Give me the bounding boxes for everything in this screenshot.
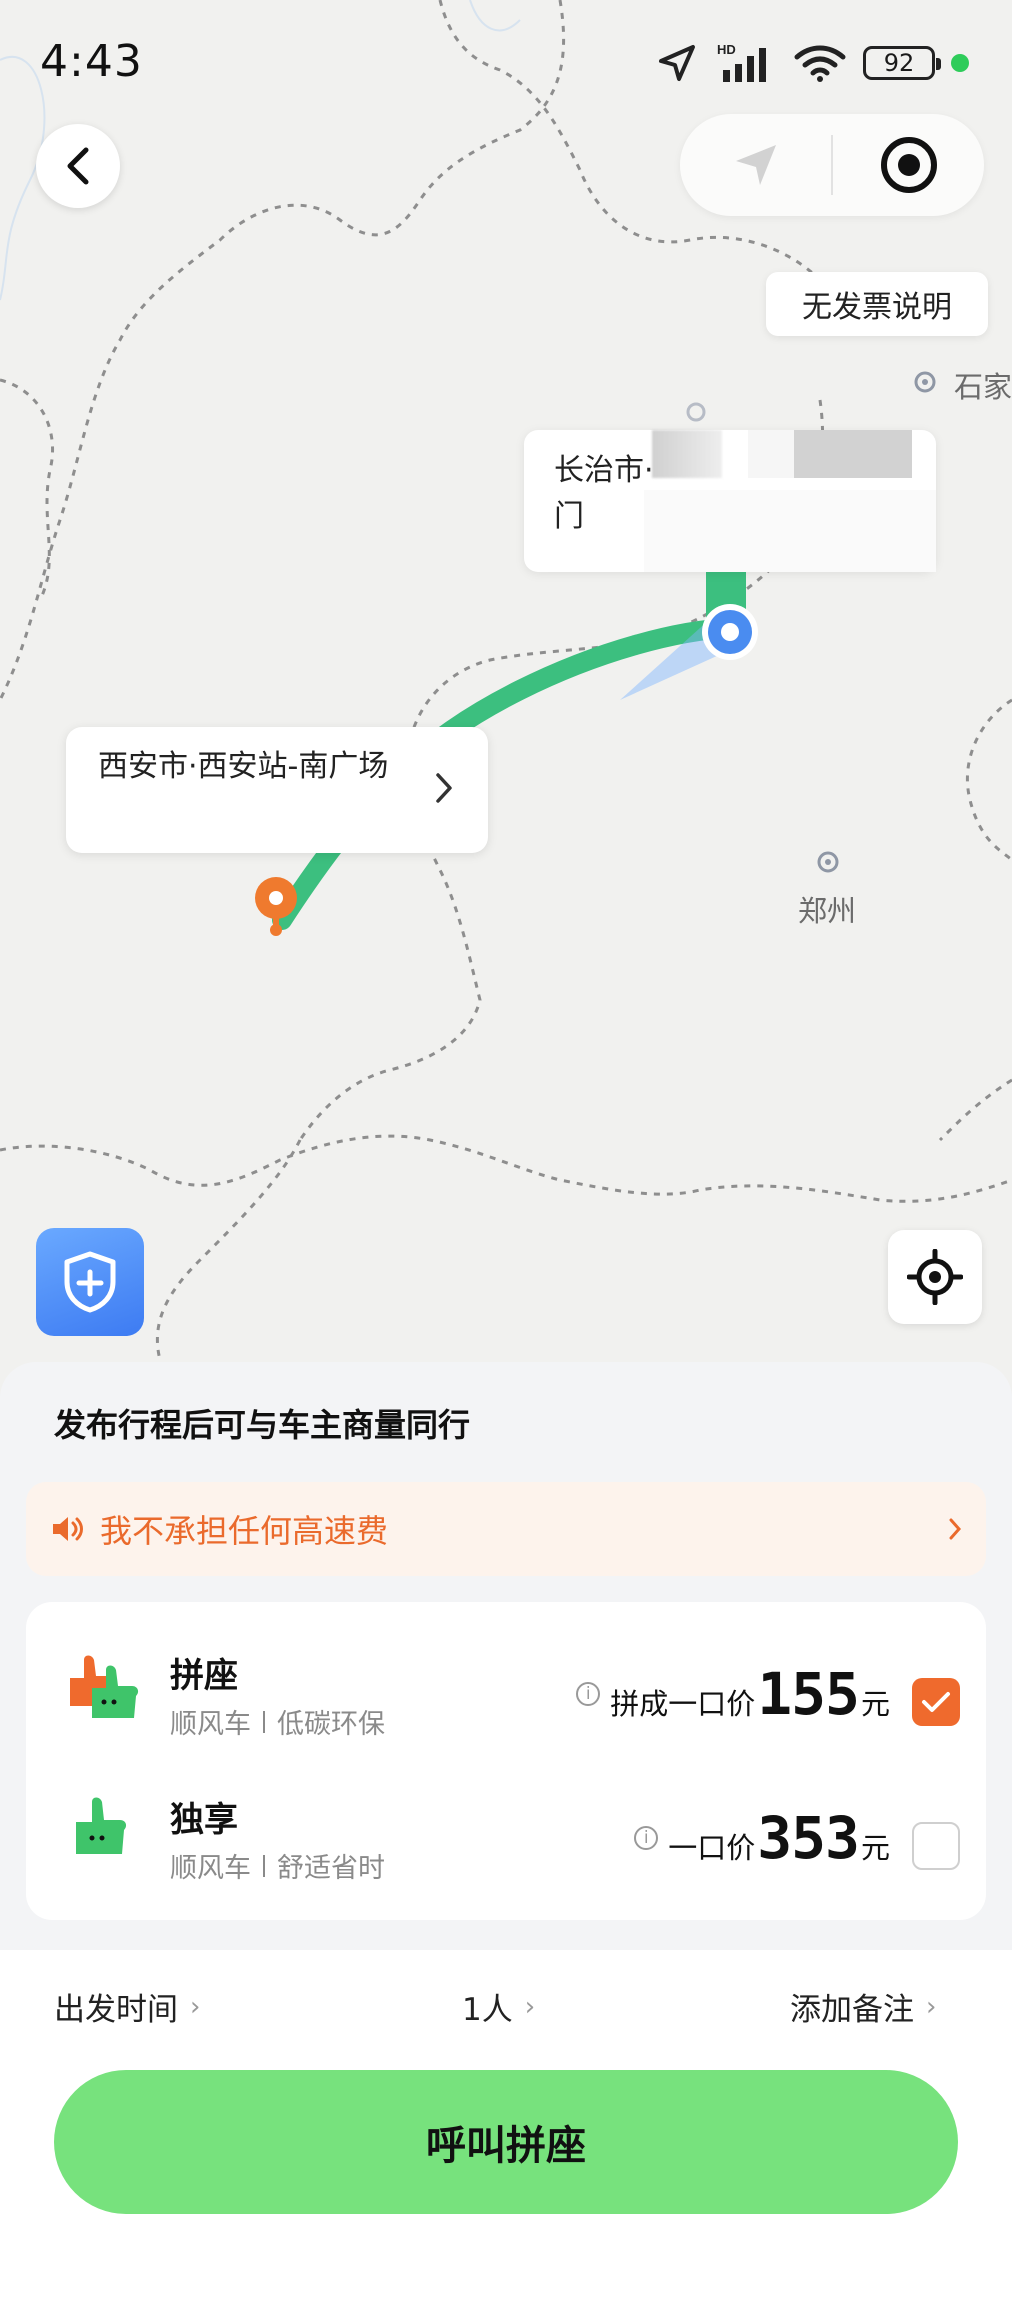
option-tag: 低碳环保 xyxy=(277,1709,385,1740)
location-arrow-icon xyxy=(659,45,695,81)
navigate-button[interactable] xyxy=(680,114,831,216)
record-icon xyxy=(880,137,937,193)
navigation-arrow-icon xyxy=(735,145,776,185)
sheet-title: 发布行程后可与车主商量同行 xyxy=(54,1406,471,1444)
price-value: 155 xyxy=(757,1660,860,1728)
option-tag: 顺风车 xyxy=(170,1709,251,1740)
chevron-right-icon: › xyxy=(190,1991,201,2022)
add-remark-button[interactable]: 添加备注 › xyxy=(790,1984,936,2029)
back-button[interactable] xyxy=(36,124,120,208)
city-label-shijiazhuang: 石家 xyxy=(954,370,1012,404)
call-carpool-button[interactable]: 呼叫拼座 xyxy=(54,2070,958,2214)
record-button[interactable] xyxy=(833,114,984,216)
option-checkbox-checked[interactable] xyxy=(912,1678,960,1726)
option-tag: 顺风车 xyxy=(170,1853,251,1884)
chevron-right-icon xyxy=(949,1518,962,1540)
option-price: i 拼成一口价 155 元 xyxy=(576,1660,890,1728)
tag-divider xyxy=(263,1710,265,1733)
battery-indicator: 92 xyxy=(863,46,941,80)
price-unit: 元 xyxy=(860,1831,890,1865)
depart-time-label: 出发时间 xyxy=(54,1992,178,2028)
trip-settings-row: 出发时间 › 1人 › 添加备注 › xyxy=(0,1978,1012,2038)
toll-notice[interactable]: 我不承担任何高速费 xyxy=(26,1482,986,1576)
passenger-count-selector[interactable]: 1人 › xyxy=(462,1984,535,2029)
wifi-icon xyxy=(794,45,846,82)
info-icon[interactable]: i xyxy=(576,1682,601,1706)
option-tags: 顺风车 舒适省时 xyxy=(170,1846,385,1885)
passenger-count-label: 1人 xyxy=(462,1992,513,2028)
status-time: 4:43 xyxy=(40,36,143,87)
redaction-block xyxy=(644,490,936,572)
speaker-icon xyxy=(53,1517,83,1541)
thumbs-up-duo-icon xyxy=(70,1655,139,1718)
redaction-block xyxy=(794,430,912,478)
option-name: 独享 xyxy=(170,1800,238,1840)
option-tag: 舒适省时 xyxy=(277,1853,385,1884)
locate-me-button[interactable] xyxy=(888,1230,982,1324)
crosshair-icon xyxy=(907,1249,963,1305)
safety-shield-button[interactable] xyxy=(36,1228,144,1336)
depart-time-selector[interactable]: 出发时间 › xyxy=(54,1984,200,2029)
tag-divider xyxy=(263,1854,265,1877)
price-value: 353 xyxy=(757,1804,860,1872)
ride-options: 拼座 顺风车 低碳环保 i 拼成一口价 155 元 独享 顺风车 舒适省时 i xyxy=(26,1602,986,1920)
price-label: 一口价 xyxy=(668,1831,756,1865)
option-private[interactable]: 独享 顺风车 舒适省时 i 一口价 353 元 xyxy=(26,1764,986,1904)
price-label: 拼成一口价 xyxy=(610,1687,756,1721)
chevron-left-icon xyxy=(67,147,89,185)
option-carpool[interactable]: 拼座 顺风车 低碳环保 i 拼成一口价 155 元 xyxy=(26,1620,986,1760)
checkmark-icon xyxy=(922,1692,950,1712)
price-unit: 元 xyxy=(860,1687,890,1721)
shield-plus-icon xyxy=(64,1251,116,1313)
remark-label: 添加备注 xyxy=(790,1992,914,2028)
map-tools xyxy=(680,114,984,216)
origin-card[interactable]: 西安市·西安站-南广场 xyxy=(66,727,488,853)
info-icon[interactable]: i xyxy=(634,1826,659,1850)
notice-text: 我不承担任何高速费 xyxy=(100,1512,389,1550)
origin-text: 西安市·西安站-南广场 xyxy=(98,749,389,784)
redaction-block xyxy=(652,430,722,478)
option-name: 拼座 xyxy=(170,1656,238,1696)
option-price: i 一口价 353 元 xyxy=(634,1804,890,1872)
destination-card[interactable]: 长治市· 门 xyxy=(524,430,936,572)
invoice-info-button[interactable]: 无发票说明 xyxy=(766,272,988,336)
thumbs-up-icon xyxy=(76,1797,127,1854)
cellular-signal-icon: HD xyxy=(717,42,766,82)
svg-text:HD: HD xyxy=(717,42,736,57)
status-dot xyxy=(951,54,969,72)
chevron-right-icon xyxy=(436,773,452,803)
option-tags: 顺风车 低碳环保 xyxy=(170,1702,385,1741)
city-label-zhengzhou: 郑州 xyxy=(798,894,857,928)
chevron-right-icon: › xyxy=(926,1991,937,2022)
chevron-right-icon: › xyxy=(524,1991,536,2022)
status-icons: HD 92 xyxy=(655,38,969,88)
option-checkbox-unchecked[interactable] xyxy=(912,1822,960,1870)
